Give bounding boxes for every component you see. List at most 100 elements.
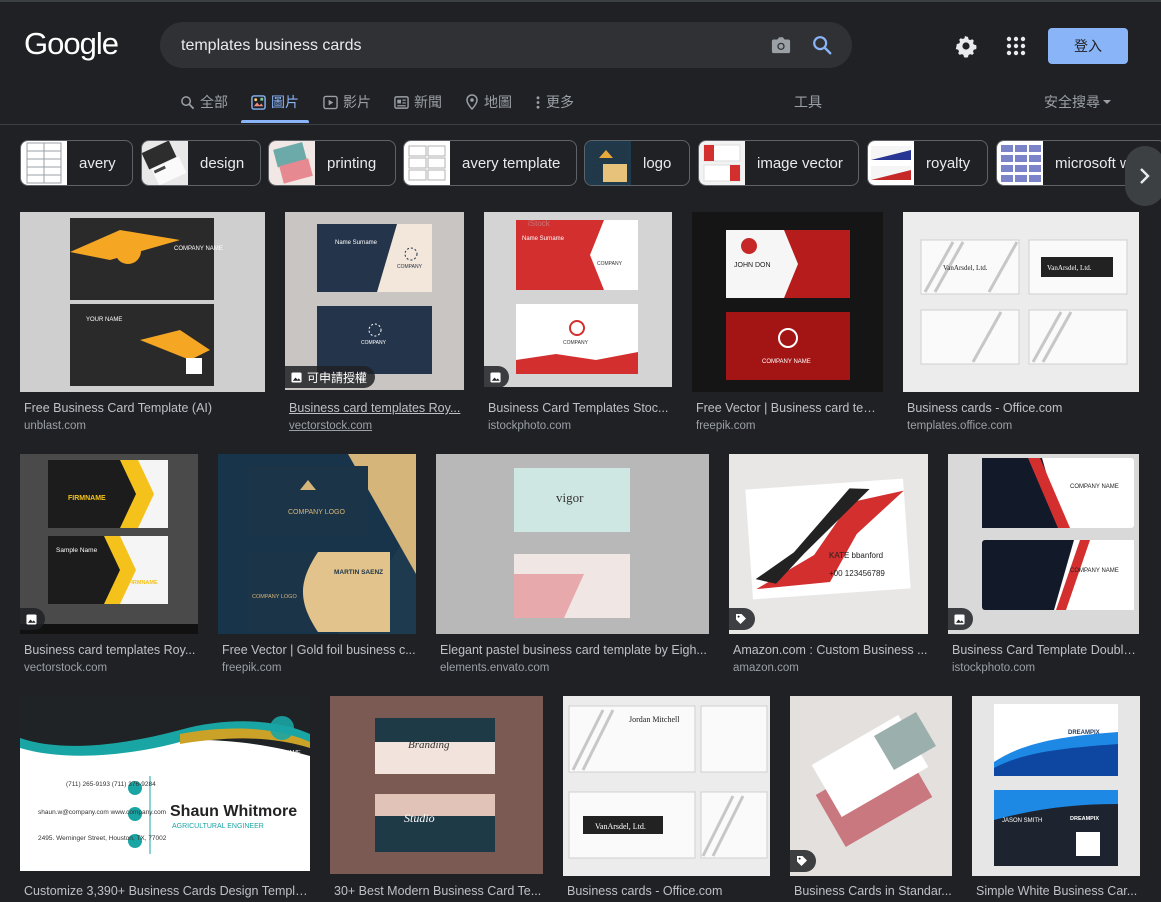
chip-design[interactable]: design (141, 140, 261, 186)
tab-videos[interactable]: 影片 (323, 92, 371, 112)
image-badge (484, 366, 509, 388)
tab-all[interactable]: 全部 (180, 92, 228, 112)
result-title[interactable]: Business Card Template Double... (952, 643, 1139, 657)
safe-search-button[interactable]: 安全搜尋 (1044, 92, 1111, 112)
sign-in-button[interactable]: 登入 (1048, 28, 1128, 64)
chip-label: image vector (757, 154, 843, 172)
result-source[interactable]: elements.envato.com (440, 662, 549, 674)
image-result[interactable]: JOHN DON COMPANY NAME Free Vector | Busi… (692, 212, 883, 436)
image-result[interactable]: COMPANY NAME COMPANY NAME Business Card … (948, 454, 1139, 678)
thumb-text: DREAMPIX (1070, 816, 1099, 822)
result-title[interactable]: Free Vector | Gold foil business c... (222, 643, 416, 657)
result-source[interactable]: unblast.com (24, 420, 86, 432)
chip-thumbnail-image (868, 141, 914, 185)
result-title[interactable]: 30+ Best Modern Business Card Te... (334, 884, 543, 898)
result-thumbnail: COMPANY NAME YOUR NAME (20, 212, 265, 392)
result-source[interactable]: istockphoto.com (952, 662, 1035, 674)
tools-button[interactable]: 工具 (794, 92, 822, 112)
tab-label: 全部 (200, 94, 228, 110)
result-title[interactable]: Business Card Templates Stoc... (488, 401, 672, 415)
thumb-text: JASON SMITH (1002, 818, 1042, 824)
thumb-text: Sample Name (56, 547, 98, 554)
chip-printing[interactable]: printing (268, 140, 396, 186)
result-title[interactable]: Simple White Business Car... (976, 884, 1140, 898)
chip-label: printing (327, 154, 377, 172)
search-icon[interactable] (811, 34, 833, 56)
chip-avery-template[interactable]: avery template (403, 140, 577, 186)
result-title[interactable]: Free Vector | Business card tem... (696, 401, 883, 415)
apps-grid-icon[interactable] (1006, 36, 1026, 56)
tab-maps[interactable]: 地圖 (465, 92, 512, 112)
result-source[interactable]: vectorstock.com (24, 662, 107, 674)
result-source[interactable]: freepik.com (696, 420, 755, 432)
chip-royalty[interactable]: royalty (867, 140, 988, 186)
image-result[interactable]: Name Surname COMPANY COMPANY 可申請授權 Busin… (285, 212, 464, 436)
result-title[interactable]: Business cards - Office.com (907, 401, 1139, 415)
thumb-text: COMPANY (563, 340, 589, 346)
chip-avery[interactable]: avery (20, 140, 133, 186)
safe-search-label: 安全搜尋 (1044, 94, 1100, 110)
image-result[interactable]: FIRMNAME Sample Name FIRMNAME Business c… (20, 454, 198, 678)
image-result[interactable]: COMPANY NAME Shaun Whitmore AGRICULTURAL… (20, 696, 310, 902)
image-result[interactable]: Jordan Mitchell VanArsdel, Ltd. Business… (563, 696, 770, 902)
result-source[interactable]: vectorstock.com (289, 420, 372, 432)
thumb-text: KATE bbanford (829, 551, 883, 560)
search-box[interactable]: templates business cards (160, 22, 852, 68)
image-icon (251, 94, 266, 110)
news-icon (394, 95, 409, 109)
result-title[interactable]: Elegant pastel business card template by… (440, 643, 709, 657)
chip-logo[interactable]: logo (584, 140, 690, 186)
tag-icon (736, 614, 746, 624)
tab-news[interactable]: 新聞 (394, 92, 442, 112)
image-result[interactable]: Name Surname COMPANY COMPANY iStock Busi… (484, 212, 672, 436)
licensable-badge: 可申請授權 (285, 366, 376, 388)
result-source[interactable]: amazon.com (733, 662, 799, 674)
chip-thumbnail-image (585, 141, 631, 185)
image-result[interactable]: vigor Elegant pastel business card templ… (436, 454, 709, 678)
image-result[interactable]: VanArsdel, Ltd. VanArsdel, Ltd. Business… (903, 212, 1139, 436)
thumb-text: FIRMNAME (68, 495, 106, 502)
result-title[interactable]: Business cards - Office.com (567, 884, 770, 898)
image-result[interactable]: COMPANY NAME YOUR NAME Free Business Car… (20, 212, 265, 436)
image-result[interactable]: COMPANY LOGO COMPANY LOGO MARTIN SAENZ F… (218, 454, 416, 678)
result-thumbnail: VanArsdel, Ltd. VanArsdel, Ltd. (903, 212, 1139, 392)
result-title[interactable]: Free Business Card Template (AI) (24, 401, 264, 415)
thumb-text: VanArsdel, Ltd. (1047, 264, 1092, 272)
image-result[interactable]: DREAMPIX JASON SMITH DREAMPIX Simple Whi… (972, 696, 1140, 902)
thumb-text: COMPANY NAME (1070, 484, 1119, 490)
thumb-text: Shaun Whitmore (170, 803, 297, 820)
image-icon (26, 613, 37, 625)
tab-label: 更多 (546, 94, 574, 110)
result-title[interactable]: Business card templates Roy... (289, 401, 464, 415)
thumb-text: VanArsdel, Ltd. (943, 264, 988, 272)
chip-label: avery (79, 154, 116, 172)
image-result[interactable]: Branding Studio 30+ Best Modern Business… (330, 696, 543, 902)
camera-icon[interactable] (770, 35, 792, 55)
result-source[interactable]: istockphoto.com (488, 420, 571, 432)
settings-gear-icon[interactable] (954, 34, 978, 58)
thumb-text: MARTIN SAENZ (334, 569, 383, 576)
google-logo[interactable]: Google (24, 26, 119, 62)
thumb-text: DREAMPIX (1068, 730, 1100, 736)
image-badge (20, 608, 45, 630)
thumb-text: vigor (556, 490, 584, 505)
chip-image-vector[interactable]: image vector (698, 140, 859, 186)
search-input[interactable]: templates business cards (181, 37, 362, 55)
chips-next-button[interactable] (1125, 146, 1161, 206)
image-result[interactable]: Business Cards in Standar... (790, 696, 952, 902)
tab-more[interactable]: 更多 (535, 92, 574, 112)
result-source[interactable]: templates.office.com (907, 420, 1012, 432)
tab-label: 圖片 (271, 94, 299, 110)
play-icon (323, 95, 338, 109)
thumb-text: 2495. Werninger Street, Houston, TX, 770… (38, 835, 167, 842)
thumb-text: AGRICULTURAL ENGINEER (172, 823, 264, 830)
result-thumbnail: COMPANY LOGO COMPANY LOGO MARTIN SAENZ (218, 454, 416, 634)
result-title[interactable]: Business card templates Roy... (24, 643, 198, 657)
result-source[interactable]: freepik.com (222, 662, 281, 674)
result-title[interactable]: Business Cards in Standar... (794, 884, 952, 898)
image-result[interactable]: KATE bbanford +00 123456789 Amazon.com :… (729, 454, 928, 678)
result-title[interactable]: Customize 3,390+ Business Cards Design T… (24, 884, 310, 898)
tab-images[interactable]: 圖片 (251, 92, 299, 112)
result-title[interactable]: Amazon.com : Custom Business ... (733, 643, 928, 657)
thumb-text: COMPANY NAME (1070, 568, 1119, 574)
